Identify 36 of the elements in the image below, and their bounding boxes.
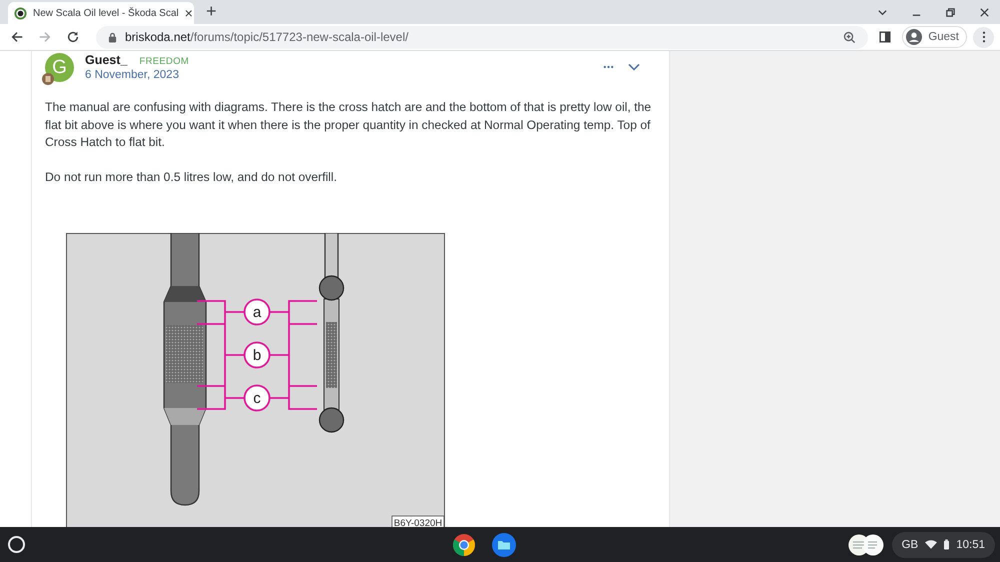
person-icon [906, 29, 922, 45]
side-panel-icon[interactable] [878, 30, 892, 44]
post-date[interactable]: 6 November, 2023 [85, 69, 189, 81]
profile-button[interactable]: Guest [902, 26, 967, 48]
callout-marker: a [244, 298, 270, 326]
restore-icon[interactable] [945, 6, 956, 18]
more-options-icon[interactable] [603, 65, 614, 69]
url-text: briskoda.net/forums/topic/517723-new-scala-oil-level/ [125, 30, 408, 44]
chrome-icon[interactable] [452, 532, 476, 556]
lock-icon [108, 32, 117, 42]
callout-marker: c [244, 384, 270, 412]
back-icon[interactable] [10, 30, 24, 44]
reload-icon[interactable] [66, 30, 80, 44]
post-paragraph: Do not run more than 0.5 litres low, and do not overfill. [45, 168, 338, 186]
figure-code-label: B6Y-0320H [392, 516, 444, 527]
site-logo-icon [14, 6, 27, 20]
zoom-icon[interactable] [843, 30, 856, 44]
battery-icon [944, 539, 950, 550]
post-paragraph: The manual are confusing with diagrams. There is the cross hatch are and the bottom of that is pretty low oil, the flat bit above is where you want it when there is the proper quantity in checked at Normal Operating temp. Top of Cross Hatch to flat bit. [45, 99, 652, 151]
launcher-button[interactable] [8, 536, 25, 553]
address-bar[interactable]: briskoda.net/forums/topic/517723-new-scala-oil-level/ [96, 26, 868, 48]
close-icon[interactable] [979, 6, 990, 18]
browser-tab[interactable]: New Scala Oil level - Škoda Scal × [8, 2, 194, 24]
new-tab-button[interactable]: + [206, 2, 217, 20]
close-tab-button[interactable]: × [184, 6, 193, 20]
folder-icon[interactable] [492, 532, 516, 556]
menu-icon [982, 31, 986, 43]
chevron-down-icon[interactable] [628, 63, 640, 71]
menu-button[interactable] [973, 26, 994, 48]
callout-marker: b [244, 342, 270, 368]
member-group: FREEDOM [139, 56, 189, 67]
author-name[interactable]: Guest_ [85, 53, 128, 67]
rank-badge-icon [42, 73, 54, 85]
wifi-icon [925, 540, 938, 549]
status-tray[interactable]: GB 10:51 [892, 532, 995, 558]
document-thumbnail-icon[interactable] [848, 534, 884, 556]
